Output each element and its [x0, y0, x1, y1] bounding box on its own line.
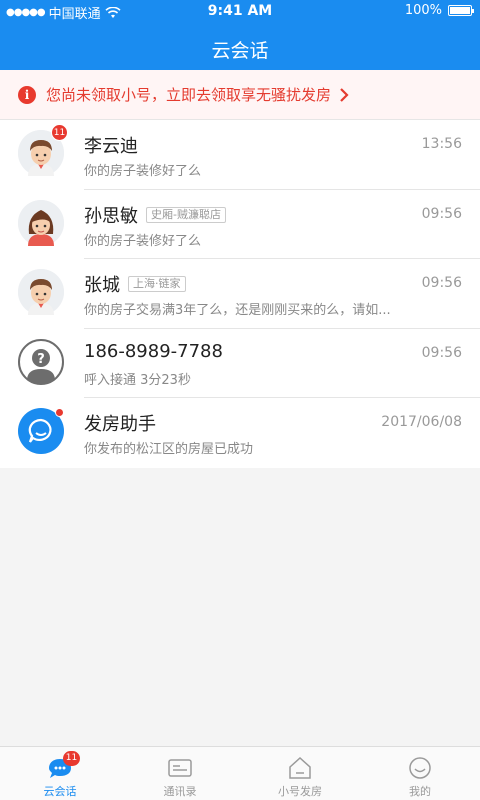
top-header: ●●●●● 中国联通 9:41 AM 100% 云会话	[0, 0, 480, 70]
message-time: 09:56	[421, 344, 462, 361]
agency-tag: 史厢-贼濂聪店	[146, 206, 226, 223]
smile-face-icon	[409, 757, 431, 779]
tab-contacts[interactable]: 通讯录	[120, 747, 240, 800]
tab-mine[interactable]: 我的	[360, 747, 480, 800]
message-time: 2017/06/08	[381, 414, 462, 430]
page-title: 云会话	[211, 40, 269, 62]
unknown-user-avatar: ?	[18, 338, 64, 385]
battery-info: 100%	[404, 3, 474, 18]
assistant-chat-avatar	[18, 408, 64, 454]
conversation-list: 11 李云迪 你的房子装修好了么 13:56 孙思敏 史厢-贼濂聪店 你的房子装…	[0, 120, 480, 468]
tab-unread-badge: 11	[63, 751, 80, 766]
contact-name: 186-8989-7788	[84, 340, 223, 362]
chevron-right-icon	[340, 87, 349, 102]
message-preview: 呼入接通 3分23秒	[84, 372, 191, 388]
tab-number-listing[interactable]: 小号发房	[240, 747, 360, 800]
female-avatar	[18, 199, 64, 246]
contact-name: 孙思敏	[84, 205, 138, 227]
banner-text: 您尚未领取小号，立即去领取享无骚扰发房	[46, 86, 332, 104]
info-icon: i	[18, 85, 36, 104]
tab-label: 我的	[409, 785, 431, 798]
message-time: 09:56	[421, 275, 462, 291]
contact-name: 发房助手	[84, 414, 156, 435]
conversation-row[interactable]: 张城 上海·链家 你的房子交易满3年了么，还是刚刚买来的么，请如... 09:5…	[0, 259, 480, 329]
message-time: 13:56	[421, 136, 462, 152]
agency-tag: 上海·链家	[128, 276, 186, 292]
conversation-row[interactable]: 孙思敏 史厢-贼濂聪店 你的房子装修好了么 09:56	[0, 190, 480, 259]
unread-dot	[55, 408, 64, 417]
message-preview: 你发布的松江区的房屋已成功	[84, 442, 254, 457]
tab-label: 云会话	[43, 785, 77, 798]
tab-label: 小号发房	[278, 785, 322, 798]
tab-cloud-chat[interactable]: 11 云会话	[0, 747, 120, 800]
male-avatar	[18, 269, 64, 315]
contact-name: 张城	[84, 275, 120, 296]
male-avatar: 11	[18, 124, 68, 176]
tab-label: 通讯录	[163, 785, 197, 798]
house-icon	[289, 756, 311, 779]
contacts-card-icon	[168, 759, 192, 777]
message-preview: 你的房子装修好了么	[84, 233, 202, 249]
status-bar: ●●●●● 中国联通 9:41 AM 100%	[0, 0, 480, 22]
contact-name: 李云迪	[84, 136, 138, 157]
conversation-row[interactable]: 11 李云迪 你的房子装修好了么 13:56	[0, 120, 480, 190]
bottom-tab-bar: 11 云会话 通讯录 小号发房 我的	[0, 746, 480, 800]
unread-badge: 11	[51, 124, 68, 141]
conversation-row[interactable]: 发房助手 你发布的松江区的房屋已成功 2017/06/08	[0, 398, 480, 468]
message-preview: 你的房子装修好了么	[84, 164, 202, 179]
message-time: 09:56	[421, 205, 462, 222]
battery-icon	[448, 5, 474, 16]
message-preview: 你的房子交易满3年了么，还是刚刚买来的么，请如...	[84, 303, 391, 318]
svg-text:?: ?	[37, 352, 45, 367]
claim-number-banner[interactable]: i 您尚未领取小号，立即去领取享无骚扰发房	[0, 70, 480, 120]
conversation-row[interactable]: ? 186-8989-7788 呼入接通 3分23秒 09:56	[0, 329, 480, 398]
battery-percent: 100%	[404, 3, 442, 18]
